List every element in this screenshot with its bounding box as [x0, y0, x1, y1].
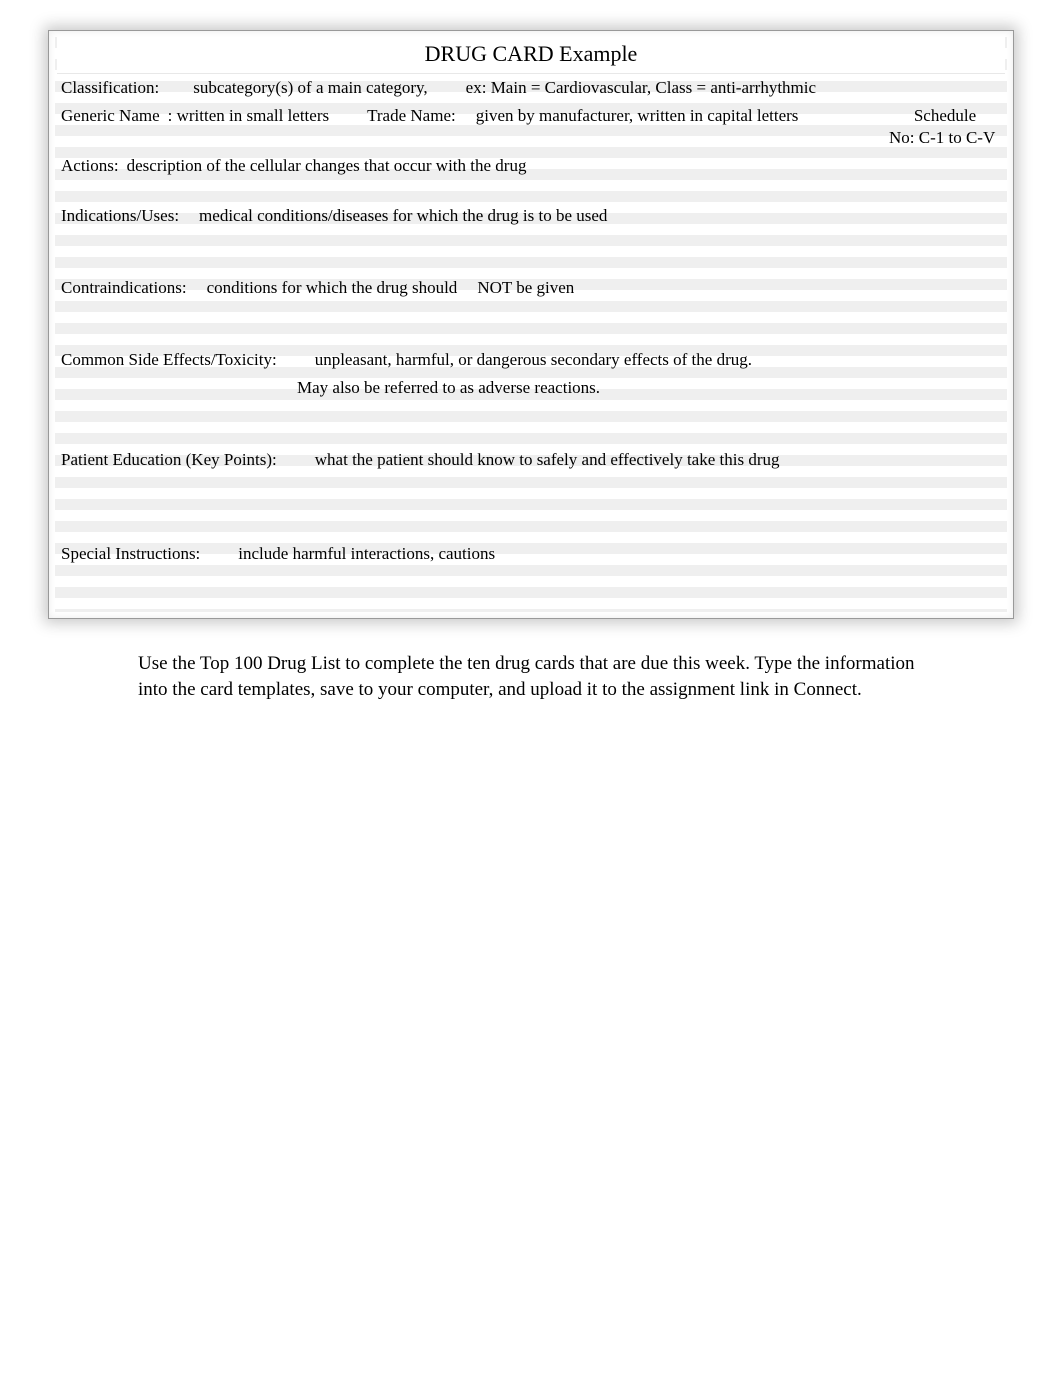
- special-value: include harmful interactions, cautions: [238, 543, 495, 565]
- generic-name-segment: Generic Name : written in small letters: [61, 105, 329, 127]
- sideeffects-value1: unpleasant, harmful, or dangerous second…: [315, 349, 752, 371]
- actions-row: Actions: description of the cellular cha…: [55, 152, 1007, 180]
- drug-card-body: DRUG CARD Example Classification: subcat…: [55, 37, 1007, 612]
- classification-row: Classification: subcategory(s) of a main…: [55, 74, 1007, 102]
- education-label: Patient Education (Key Points):: [61, 449, 277, 471]
- actions-value: description of the cellular changes that…: [127, 155, 527, 177]
- contraindications-value-b: NOT be given: [477, 277, 574, 299]
- generic-label: Generic Name: [61, 105, 160, 127]
- card-title: DRUG CARD Example: [57, 37, 1005, 74]
- sideeffects-label: Common Side Effects/Toxicity:: [61, 349, 277, 371]
- education-value: what the patient should know to safely a…: [315, 449, 780, 471]
- schedule-label: Schedule: [889, 105, 1001, 127]
- classification-example: ex: Main = Cardiovascular, Class = anti-…: [466, 77, 816, 99]
- trade-label: Trade Name:: [367, 105, 456, 127]
- indications-value: medical conditions/diseases for which th…: [199, 205, 607, 227]
- indications-row: Indications/Uses: medical conditions/dis…: [55, 202, 1007, 230]
- schedule-value: No: C-1 to C-V: [889, 127, 1001, 149]
- trade-value: given by manufacturer, written in capita…: [476, 105, 799, 127]
- sideeffects-value2: May also be referred to as adverse react…: [297, 377, 600, 399]
- sideeffects-row: Common Side Effects/Toxicity: unpleasant…: [55, 346, 1007, 374]
- special-row: Special Instructions: include harmful in…: [55, 540, 1007, 568]
- sideeffects-row2: May also be referred to as adverse react…: [55, 374, 1007, 402]
- classification-label: Classification:: [61, 77, 159, 99]
- education-row: Patient Education (Key Points): what the…: [55, 446, 1007, 474]
- contraindications-label: Contraindications:: [61, 277, 187, 299]
- trade-name-segment: Trade Name: given by manufacturer, writt…: [367, 105, 889, 127]
- drug-card-frame: DRUG CARD Example Classification: subcat…: [48, 30, 1014, 619]
- contraindications-value-a: conditions for which the drug should: [207, 277, 458, 299]
- schedule-segment: Schedule No: C-1 to C-V: [889, 105, 1001, 149]
- footer-instructions: Use the Top 100 Drug List to complete th…: [138, 651, 924, 703]
- indications-label: Indications/Uses:: [61, 205, 179, 227]
- generic-value: : written in small letters: [168, 105, 329, 127]
- special-label: Special Instructions:: [61, 543, 200, 565]
- name-row: Generic Name : written in small letters …: [55, 102, 1007, 152]
- actions-label: Actions:: [61, 155, 119, 177]
- classification-value: subcategory(s) of a main category,: [179, 77, 427, 99]
- contraindications-row: Contraindications: conditions for which …: [55, 274, 1007, 302]
